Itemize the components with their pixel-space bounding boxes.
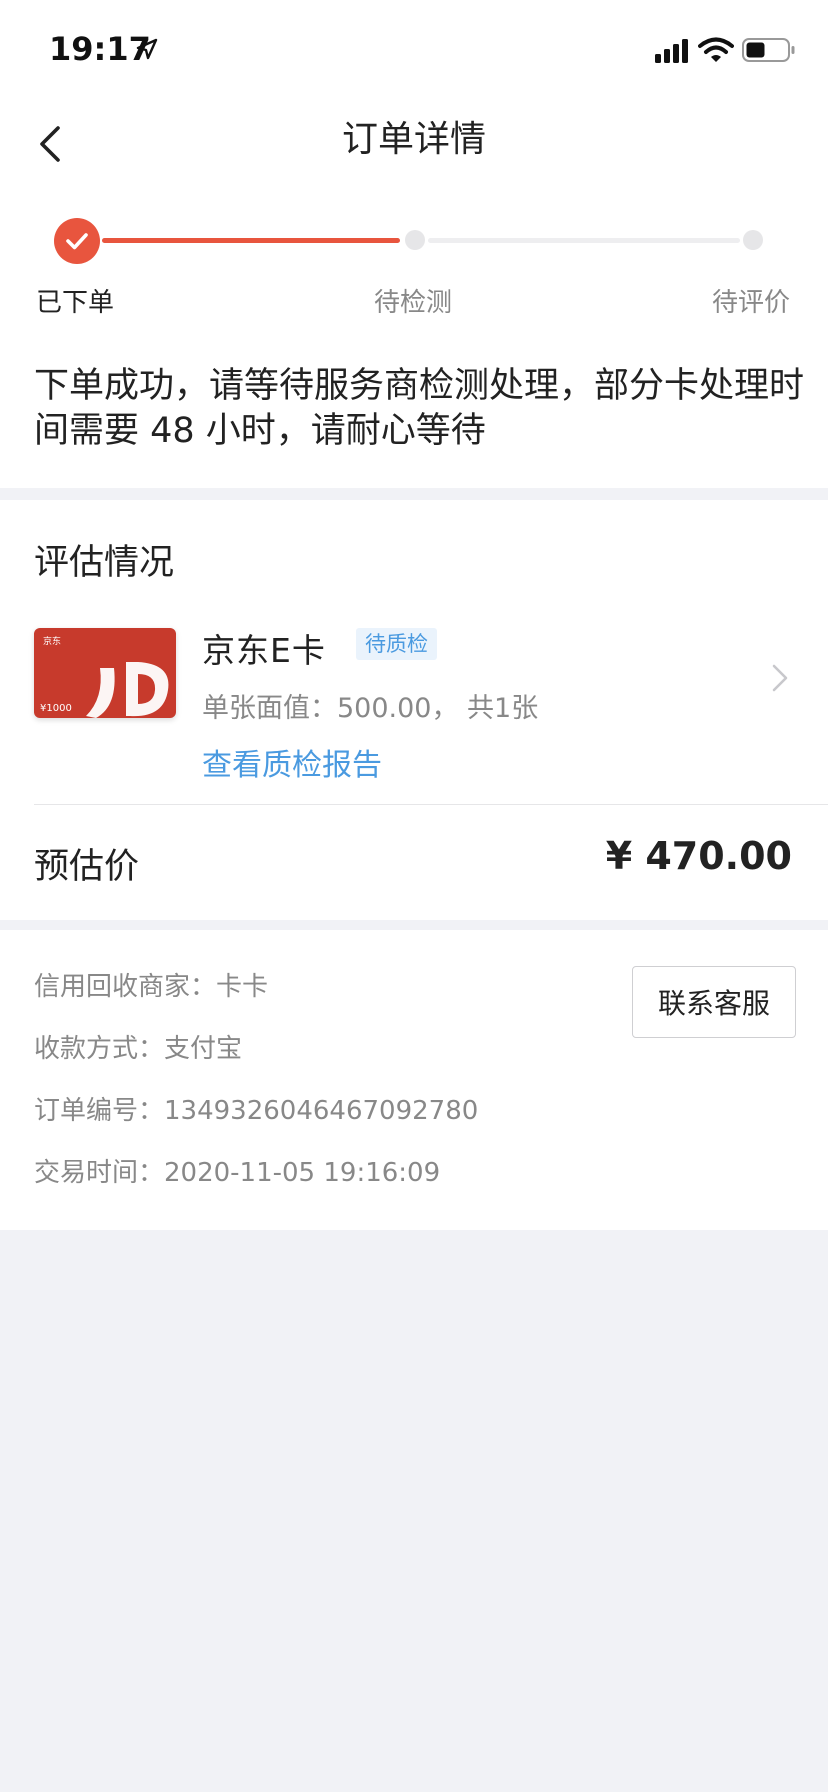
evaluation-section-title: 评估情况 bbox=[34, 543, 175, 583]
view-report-link[interactable]: 查看质检报告 bbox=[202, 740, 382, 784]
wifi-icon bbox=[698, 37, 734, 62]
progress-track-completed bbox=[102, 238, 400, 243]
step-1-check-icon bbox=[54, 218, 100, 264]
status-badge: 待质检 bbox=[356, 628, 437, 660]
card-value-text: ¥1000 bbox=[40, 703, 72, 714]
product-face-value: 单张面值：500.00， 共1张 bbox=[202, 693, 539, 724]
product-row[interactable]: 京东 ¥1000 京东E卡 待质检 单张面值：500.00， 共1张 查看质检报… bbox=[0, 612, 828, 792]
location-arrow-icon bbox=[136, 38, 158, 60]
status-bar: 19:17 bbox=[0, 0, 828, 100]
order-progress-card: 已下单 待检测 待评价 下单成功，请等待服务商检测处理，部分卡处理时间需要 48… bbox=[0, 188, 828, 488]
gift-card-image: 京东 ¥1000 bbox=[34, 628, 176, 718]
payment-method-info: 收款方式：支付宝 bbox=[34, 1034, 243, 1064]
chevron-right-icon bbox=[772, 664, 788, 692]
order-info-card: 信用回收商家：卡卡 收款方式：支付宝 订单编号：1349326046467092… bbox=[0, 930, 828, 1230]
estimated-price-label: 预估价 bbox=[34, 847, 140, 887]
merchant-info: 信用回收商家：卡卡 bbox=[34, 972, 269, 1002]
divider bbox=[34, 804, 828, 805]
order-number-info: 订单编号：1349326046467092780 bbox=[34, 1096, 479, 1126]
trade-time-info: 交易时间：2020-11-05 19:16:09 bbox=[34, 1158, 441, 1188]
order-detail-screen: 19:17 订单详情 已下单 待检测 待评价 下单成功，请等待服务商检测处理，部… bbox=[0, 0, 828, 1792]
order-status-message: 下单成功，请等待服务商检测处理，部分卡处理时间需要 48 小时，请耐心等待 bbox=[34, 366, 805, 451]
contact-support-button[interactable]: 联系客服 bbox=[632, 966, 796, 1038]
step-label-evaluation: 待评价 bbox=[712, 288, 791, 318]
step-3-dot bbox=[743, 230, 763, 250]
page-title: 订单详情 bbox=[341, 119, 486, 160]
step-label-ordered: 已下单 bbox=[36, 288, 115, 318]
estimated-price-value: ¥ 470.00 bbox=[605, 834, 792, 878]
cellular-signal-icon bbox=[655, 39, 688, 63]
progress-track-remaining bbox=[428, 238, 740, 243]
product-name: 京东E卡 bbox=[202, 631, 326, 670]
battery-icon bbox=[742, 38, 795, 62]
step-label-testing: 待检测 bbox=[374, 288, 453, 318]
step-2-dot bbox=[405, 230, 425, 250]
evaluation-card: 评估情况 京东 ¥1000 京东E卡 待质检 单张面值：500.00， 共1张 … bbox=[0, 500, 828, 920]
card-brand-text: 京东 bbox=[43, 637, 62, 647]
